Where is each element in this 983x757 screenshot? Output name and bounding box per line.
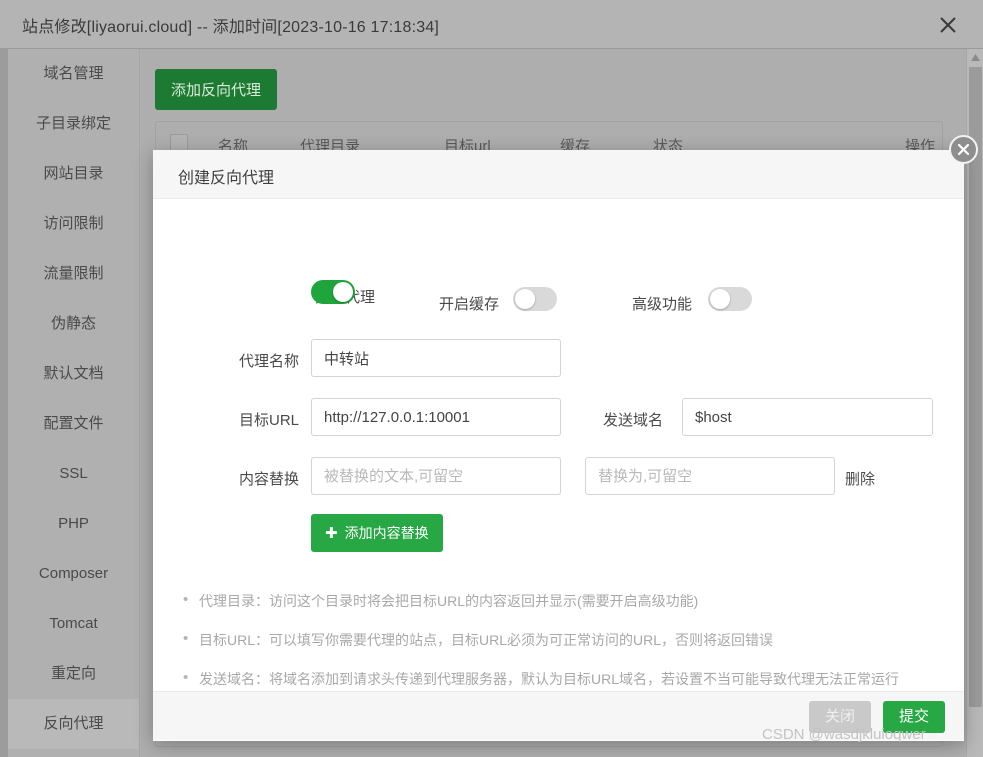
toggle-knob bbox=[333, 282, 353, 302]
hint-item: 代理目录：访问这个目录时将会把目标URL的内容返回并显示(需要开启高级功能) bbox=[183, 593, 950, 608]
hint-item: 目标URL：可以填写你需要代理的站点，目标URL必须为可正常访问的URL，否则将… bbox=[183, 632, 950, 647]
sidebar-item-label: 重定向 bbox=[50, 665, 96, 682]
enable-cache-label: 开启缓存 bbox=[438, 296, 499, 313]
sidebar-item-reverse-proxy[interactable]: 反向代理 bbox=[8, 699, 139, 749]
enable-proxy-toggle[interactable] bbox=[311, 280, 355, 304]
left-edge-strip bbox=[0, 49, 8, 757]
replace-to-input[interactable] bbox=[585, 457, 835, 495]
sidebar-item-label: 网站目录 bbox=[43, 165, 104, 182]
scroll-up-arrow-icon[interactable] bbox=[967, 49, 983, 66]
window-title: 站点修改[liyaorui.cloud] -- 添加时间[2023-10-16 … bbox=[22, 19, 440, 36]
advanced-features-toggle[interactable] bbox=[708, 287, 752, 311]
sidebar-item-label: 默认文档 bbox=[43, 365, 104, 382]
sidebar-item-webdir[interactable]: 网站目录 bbox=[8, 149, 139, 199]
sidebar-item-label: Composer bbox=[38, 565, 109, 582]
sidebar-item-label: PHP bbox=[58, 515, 89, 532]
delete-replacement-link[interactable]: 删除 bbox=[845, 468, 875, 489]
sidebar-item-label: 反向代理 bbox=[43, 715, 104, 732]
sidebar-item-configfile[interactable]: 配置文件 bbox=[8, 399, 139, 449]
toggle-knob bbox=[710, 289, 730, 309]
dialog-header: 创建反向代理 bbox=[153, 150, 964, 199]
enable-cache-toggle[interactable] bbox=[513, 287, 557, 311]
dialog-title: 创建反向代理 bbox=[178, 170, 275, 187]
window-close-icon[interactable] bbox=[935, 12, 961, 38]
sidebar-item-composer[interactable]: Composer bbox=[8, 549, 139, 599]
replace-from-input[interactable] bbox=[311, 457, 561, 495]
content-replace-label: 内容替换 bbox=[238, 471, 299, 488]
sidebar-item-label: 配置文件 bbox=[43, 415, 104, 432]
window-title-bar: 站点修改[liyaorui.cloud] -- 添加时间[2023-10-16 … bbox=[0, 0, 983, 49]
close-button[interactable]: 关闭 bbox=[808, 701, 871, 733]
sidebar-item-domain[interactable]: 域名管理 bbox=[8, 49, 139, 99]
sidebar-item-label: 访问限制 bbox=[43, 215, 104, 232]
proxy-name-label: 代理名称 bbox=[238, 353, 299, 370]
sidebar-item-label: 流量限制 bbox=[43, 265, 104, 282]
dialog-body: 开启代理 开启缓存 高级功能 代理名称 目标URL 发送域名 内容替换 删除 ✚… bbox=[153, 199, 964, 725]
sidebar-item-subdir[interactable]: 子目录绑定 bbox=[8, 99, 139, 149]
sidebar-item-traffic[interactable]: 流量限制 bbox=[8, 249, 139, 299]
sidebar-item-label: SSL bbox=[59, 465, 88, 482]
plus-icon: ✚ bbox=[325, 524, 338, 542]
target-url-label: 目标URL bbox=[238, 412, 299, 429]
add-content-replace-label: 添加内容替换 bbox=[344, 525, 429, 541]
sidebar-item-label: 子目录绑定 bbox=[35, 115, 111, 132]
sidebar-item-php[interactable]: PHP bbox=[8, 499, 139, 549]
hint-item: 发送域名：将域名添加到请求头传递到代理服务器，默认为目标URL域名，若设置不当可… bbox=[183, 671, 950, 686]
advanced-features-label: 高级功能 bbox=[631, 296, 692, 313]
dialog-footer: 关闭 提交 bbox=[153, 691, 964, 740]
send-domain-label: 发送域名 bbox=[602, 412, 663, 429]
sidebar-item-rewrite[interactable]: 伪静态 bbox=[8, 299, 139, 349]
send-domain-input[interactable] bbox=[682, 398, 933, 436]
sidebar: 域名管理 子目录绑定 网站目录 访问限制 流量限制 伪静态 默认文档 配置文件 … bbox=[8, 49, 140, 757]
proxy-name-input[interactable] bbox=[311, 339, 561, 377]
sidebar-item-tomcat[interactable]: Tomcat bbox=[8, 599, 139, 649]
add-content-replace-button[interactable]: ✚ 添加内容替换 bbox=[311, 514, 443, 552]
scrollbar-thumb[interactable] bbox=[969, 67, 982, 707]
sidebar-item-defaultdoc[interactable]: 默认文档 bbox=[8, 349, 139, 399]
sidebar-item-label: Tomcat bbox=[49, 615, 98, 632]
sidebar-item-redirect[interactable]: 重定向 bbox=[8, 649, 139, 699]
dialog-close-circle-icon[interactable] bbox=[949, 135, 978, 164]
toggle-knob bbox=[515, 289, 535, 309]
sidebar-item-label: 伪静态 bbox=[50, 315, 96, 332]
sidebar-item-label: 域名管理 bbox=[43, 65, 104, 82]
submit-button[interactable]: 提交 bbox=[882, 701, 945, 733]
create-reverse-proxy-dialog: 创建反向代理 开启代理 开启缓存 高级功能 代理名称 目标URL 发送域名 内容… bbox=[153, 150, 964, 741]
sidebar-item-access[interactable]: 访问限制 bbox=[8, 199, 139, 249]
target-url-input[interactable] bbox=[311, 398, 561, 436]
add-reverse-proxy-button[interactable]: 添加反向代理 bbox=[155, 69, 278, 110]
sidebar-item-ssl[interactable]: SSL bbox=[8, 449, 139, 499]
